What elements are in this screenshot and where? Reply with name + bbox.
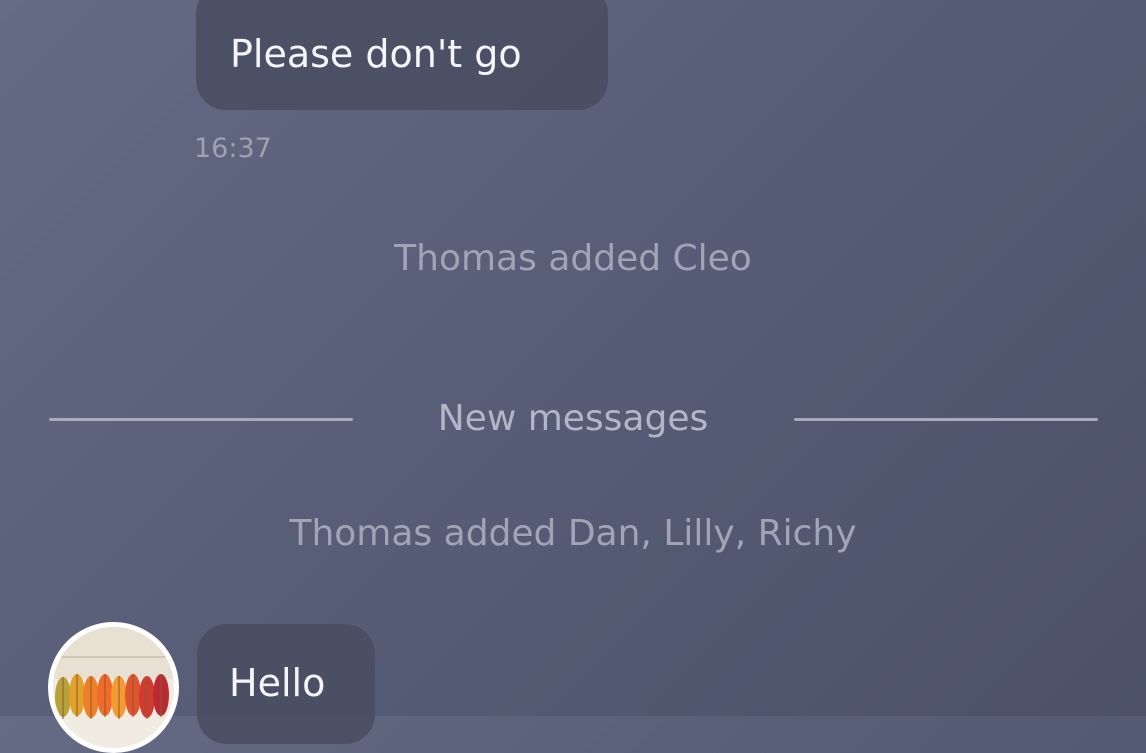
- divider-line-right: [794, 418, 1098, 421]
- message-text: Hello: [229, 661, 326, 705]
- chat-message-list[interactable]: Please don't go 16:37 Thomas added Cleo …: [0, 0, 1146, 753]
- message-timestamp: 16:37: [194, 133, 272, 164]
- message-bubble[interactable]: Hello: [197, 624, 375, 744]
- system-event-added-members: Thomas added Dan, Lilly, Richy: [289, 513, 857, 554]
- message-bubble[interactable]: Please don't go: [196, 0, 608, 110]
- sender-avatar[interactable]: [48, 622, 179, 753]
- message-text: Please don't go: [230, 32, 522, 76]
- system-event-added-member: Thomas added Cleo: [394, 238, 752, 279]
- new-messages-divider: New messages: [0, 398, 1146, 446]
- autumn-leaves-avatar-icon: [53, 627, 174, 748]
